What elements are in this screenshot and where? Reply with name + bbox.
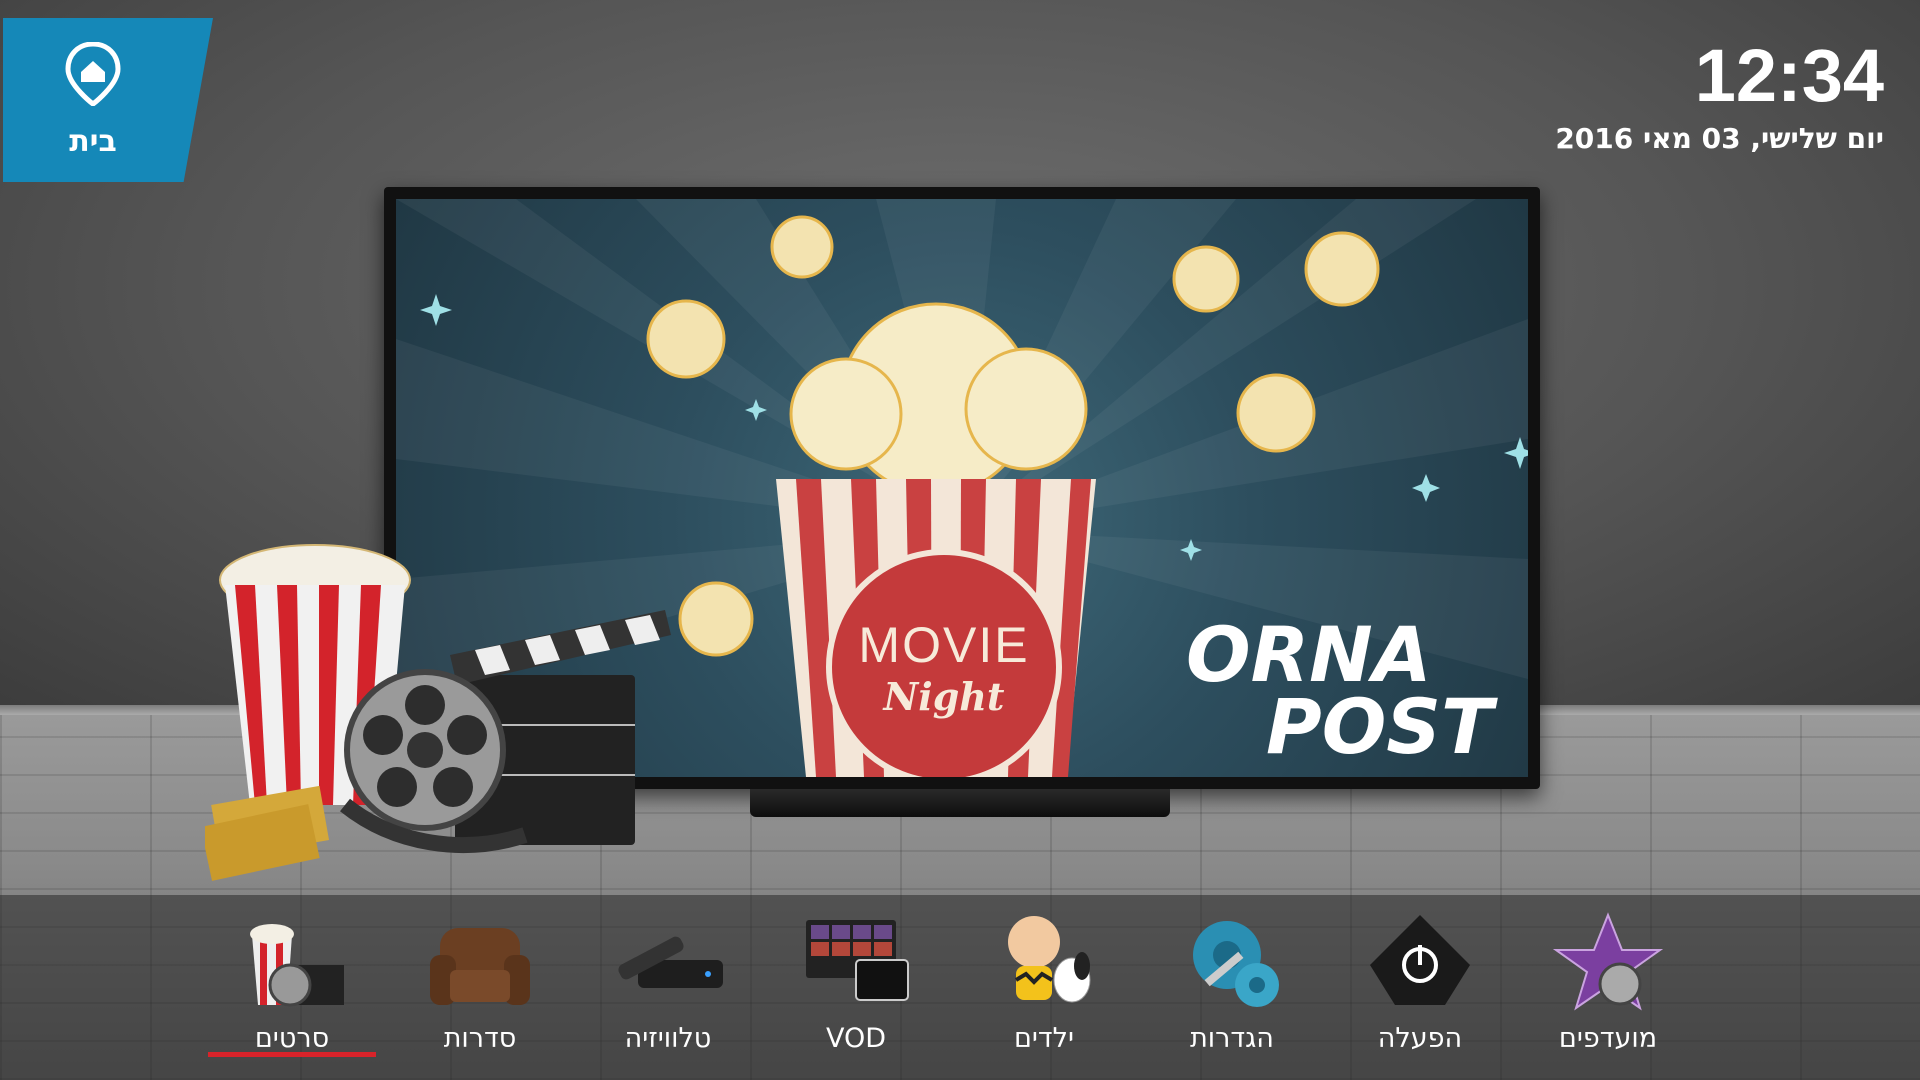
armchair-icon [430, 928, 530, 1005]
menu-item-power[interactable]: הפעלה [1340, 910, 1500, 1070]
home-pin-icon [65, 40, 151, 110]
menu-label: ילדים [1013, 1023, 1075, 1054]
power-icon [1370, 915, 1470, 1005]
night-word: Night [883, 673, 1005, 719]
menu-item-favorites[interactable]: מועדפים [1528, 910, 1688, 1070]
menu-label: VOD [825, 1023, 887, 1054]
menu-label: סרטים [254, 1023, 330, 1054]
menu-item-settings[interactable]: הגדרות [1152, 910, 1312, 1070]
clock: 12:34 יום שלישי, 03 מאי 2016 [1555, 34, 1884, 156]
home-button[interactable]: בית [3, 18, 213, 182]
ticket-prop [205, 785, 330, 881]
menu-item-vod[interactable]: VOD [776, 910, 936, 1070]
cinema-props-illustration [205, 544, 671, 881]
movie-word: MOVIE [858, 616, 1030, 673]
favorites-star-icon [1552, 912, 1664, 1011]
menu-label: סדרות [443, 1023, 517, 1054]
home-label: בית [69, 123, 117, 159]
clock-date: יום שלישי, 03 מאי 2016 [1555, 122, 1884, 155]
settings-gears-icon [1193, 921, 1279, 1007]
menu-item-tv[interactable]: טלוויזיה [588, 910, 748, 1070]
menu-label: טלוויזיה [624, 1023, 712, 1054]
clock-time: 12:34 [1694, 34, 1884, 117]
menu-label: מועדפים [1558, 1023, 1658, 1054]
menu-item-kids[interactable]: ילדים [964, 910, 1124, 1070]
tv-box-remote-icon [618, 936, 723, 988]
movies-icon [250, 924, 344, 1007]
menu-label: הפעלה [1377, 1023, 1463, 1054]
brand-logo: ORNA POST [1186, 610, 1493, 772]
menu-label: הגדרות [1190, 1023, 1274, 1054]
menu-item-series[interactable]: סדרות [400, 910, 560, 1070]
tv-stand [750, 789, 1170, 817]
movie-night-badge: MOVIE Night [826, 549, 1062, 777]
brand-line-2: POST [1266, 682, 1493, 772]
kids-character-icon [1008, 916, 1091, 1003]
brand-line-1: ORNA [1186, 610, 1432, 699]
vod-screens-icon [806, 920, 909, 1001]
menu-item-movies[interactable]: סרטים [212, 910, 372, 1070]
selected-item-underline [208, 1052, 376, 1057]
